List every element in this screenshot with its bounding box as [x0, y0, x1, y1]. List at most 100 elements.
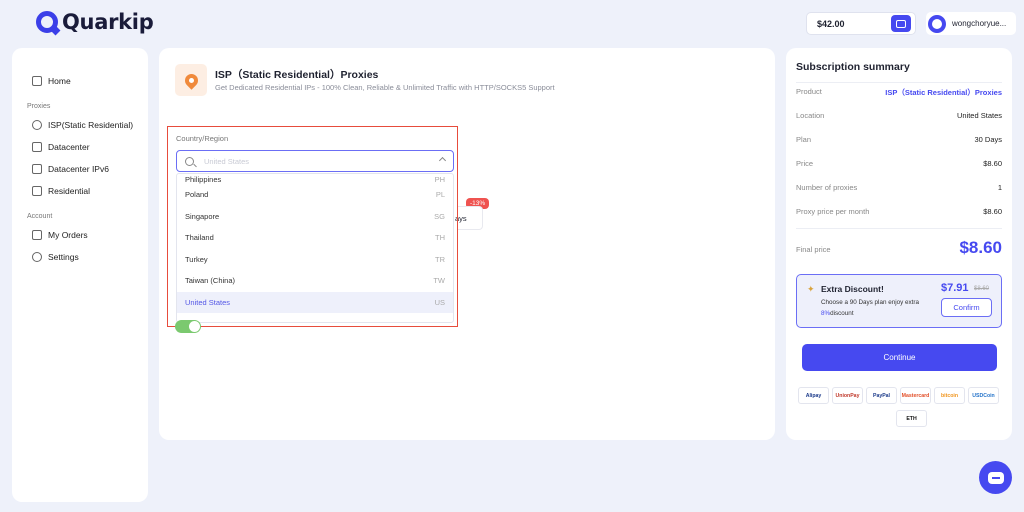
- option-code: US: [434, 297, 445, 307]
- summary-key: Plan: [796, 135, 812, 144]
- summary-row-number: Number of proxies 1: [796, 183, 1002, 192]
- sidebar-item-isp[interactable]: ISP(Static Residential): [12, 114, 148, 136]
- mastercard-icon: Mastercard: [900, 387, 931, 404]
- option-code: SG: [434, 211, 445, 221]
- chat-support-button[interactable]: [979, 461, 1012, 494]
- summary-title: Subscription summary: [796, 61, 910, 73]
- search-icon: [185, 156, 194, 166]
- sidebar-item-label: Residential: [48, 186, 91, 196]
- product-title: ISP（Static Residential）Proxies: [215, 69, 379, 81]
- paypal-icon: PayPal: [866, 387, 897, 404]
- payment-methods: Alipay UnionPay PayPal Mastercard bitcoi…: [798, 387, 999, 427]
- chevron-up-icon[interactable]: [438, 156, 447, 165]
- option-code: TH: [435, 233, 445, 243]
- region-selector-highlight: Country/Region United States Philippines…: [167, 126, 458, 327]
- plan-option-card[interactable]: ays: [455, 206, 483, 230]
- location-pin-icon: [32, 120, 42, 130]
- server-icon: [32, 142, 42, 152]
- option-name: Turkey: [185, 254, 208, 264]
- sidebar-item-label: ISP(Static Residential): [48, 120, 134, 130]
- user-menu[interactable]: wongchoryue...: [926, 12, 1016, 35]
- discount-title: Extra Discount!: [821, 284, 884, 294]
- bitcoin-icon: bitcoin: [934, 387, 965, 404]
- unionpay-icon: UnionPay: [832, 387, 863, 404]
- dropdown-option[interactable]: Thailand TH: [177, 227, 453, 249]
- sidebar: Home Proxies ISP(Static Residential) Dat…: [12, 48, 148, 502]
- wallet-icon: [896, 19, 906, 28]
- house-icon: [32, 186, 42, 196]
- continue-button[interactable]: Continue: [802, 344, 997, 371]
- avatar: [928, 14, 946, 33]
- summary-value: 30 Days: [974, 135, 1002, 144]
- sidebar-item-datacenter-ipv6[interactable]: Datacenter IPv6: [12, 158, 148, 180]
- sidebar-item-home[interactable]: Home: [12, 70, 148, 92]
- gear-icon: [32, 252, 42, 262]
- option-name: United States: [185, 297, 231, 307]
- location-pin-icon: [181, 70, 201, 90]
- option-code: TW: [433, 276, 445, 286]
- monitor-icon: [32, 164, 42, 174]
- discount-text-a: Choose a 90 Days plan enjoy extra: [821, 299, 920, 306]
- option-code: PL: [435, 190, 445, 200]
- dropdown-option[interactable]: Philippines PH: [177, 174, 453, 184]
- summary-row-product: Product ISP（Static Residential）Proxies: [796, 87, 1002, 98]
- sidebar-section-proxies: Proxies: [27, 103, 51, 110]
- confirm-button[interactable]: Confirm: [941, 298, 992, 317]
- summary-value: 1: [997, 183, 1002, 192]
- summary-key: Location: [796, 111, 825, 120]
- sidebar-section-account: Account: [27, 213, 53, 220]
- sidebar-item-label: My Orders: [48, 230, 88, 240]
- summary-value: ISP（Static Residential）Proxies: [885, 88, 1002, 97]
- party-popper-icon: ✦: [807, 284, 815, 294]
- product-icon-box: [175, 64, 207, 96]
- summary-key: Number of proxies: [796, 183, 858, 192]
- sidebar-item-datacenter[interactable]: Datacenter: [12, 136, 148, 158]
- usdcoin-icon: USDCoin: [968, 387, 999, 404]
- option-name: Philippines: [185, 175, 222, 184]
- sidebar-item-label: Datacenter: [48, 142, 90, 152]
- option-name: Singapore: [185, 211, 220, 221]
- wallet-button[interactable]: [891, 15, 911, 32]
- option-code: PH: [434, 175, 445, 184]
- discount-old-price: $8.60: [974, 286, 990, 292]
- summary-value: United States: [956, 111, 1002, 120]
- region-placeholder: United States: [204, 156, 250, 166]
- dropdown-option[interactable]: Taiwan (China) TW: [177, 270, 453, 292]
- summary-row-plan: Plan 30 Days: [796, 135, 1002, 144]
- alipay-icon: Alipay: [798, 387, 829, 404]
- summary-value: $8.60: [983, 207, 1002, 216]
- dropdown-option-selected[interactable]: United States US: [177, 291, 453, 313]
- home-icon: [32, 76, 42, 86]
- discount-text: Choose a 90 Days plan enjoy extra 8%disc…: [821, 297, 939, 319]
- region-dropdown: Philippines PH Poland PL Singapore SG Th…: [176, 173, 454, 323]
- dropdown-option[interactable]: Singapore SG: [177, 206, 453, 228]
- extra-discount-box: ✦ Extra Discount! Choose a 90 Days plan …: [796, 274, 1002, 328]
- logo-mark-icon: [36, 11, 58, 33]
- final-price-value: $8.60: [959, 238, 1002, 257]
- sidebar-item-settings[interactable]: Settings: [12, 246, 148, 268]
- final-price-label: Final price: [796, 245, 831, 254]
- discount-price: $7.91: [941, 282, 969, 294]
- logo[interactable]: Quarkip: [36, 10, 154, 34]
- option-code: TR: [435, 254, 445, 264]
- product-subtitle: Get Dedicated Residential IPs - 100% Cle…: [215, 83, 555, 92]
- toggle-switch[interactable]: [175, 320, 201, 333]
- summary-row-location: Location United States: [796, 111, 1002, 120]
- discount-percent: 8%: [821, 310, 831, 317]
- logo-text: Quarkip: [62, 10, 154, 34]
- sidebar-item-label: Datacenter IPv6: [48, 164, 109, 174]
- dropdown-option[interactable]: Turkey TR: [177, 249, 453, 271]
- eth-icon: ETH: [896, 410, 927, 427]
- sidebar-item-residential[interactable]: Residential: [12, 180, 148, 202]
- subscription-summary: Subscription summary Product ISP（Static …: [786, 48, 1012, 440]
- summary-row-price: Price $8.60: [796, 159, 1002, 168]
- chat-icon: [987, 471, 1004, 484]
- sidebar-item-orders[interactable]: My Orders: [12, 224, 148, 246]
- option-name: Thailand: [185, 233, 214, 243]
- option-name: Poland: [185, 190, 209, 200]
- region-search-input[interactable]: United States: [176, 150, 454, 172]
- dropdown-option[interactable]: Poland PL: [177, 184, 453, 206]
- summary-key: Proxy price per month: [796, 207, 870, 216]
- divider: [796, 228, 1002, 229]
- balance-box: $42.00: [806, 12, 916, 35]
